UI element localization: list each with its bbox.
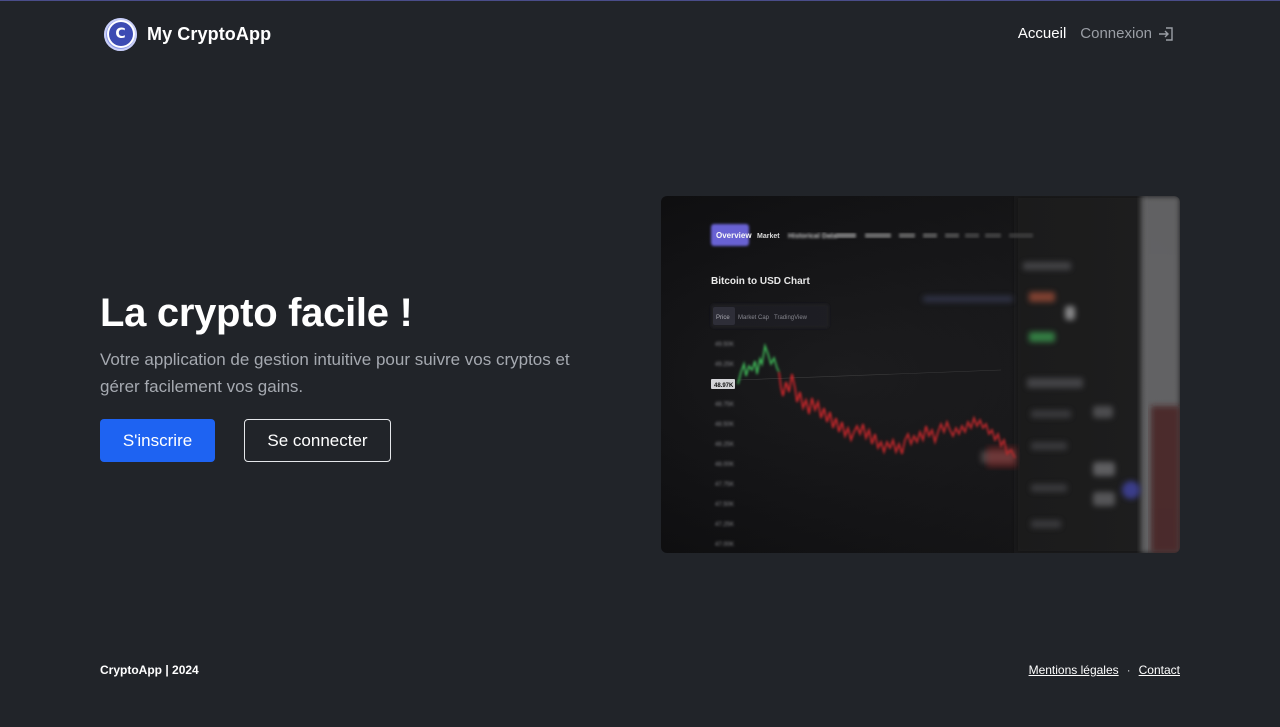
brand-name: My CryptoApp: [147, 23, 272, 44]
main-nav: Accueil Connexion: [1018, 25, 1174, 42]
signup-button[interactable]: S'inscrire: [100, 419, 215, 462]
footer-links: Mentions légales · Contact: [1029, 663, 1180, 677]
site-header: C My CryptoApp Accueil Connexion: [0, 1, 1280, 67]
brand-link[interactable]: C My CryptoApp: [104, 17, 271, 51]
login-icon: [1157, 26, 1174, 42]
hero-subtitle: Votre application de gestion intuitive p…: [100, 350, 570, 396]
footer-separator: ·: [1126, 663, 1131, 677]
login-button[interactable]: Se connecter: [244, 419, 391, 462]
hero-title: La crypto facile !: [100, 291, 413, 335]
footer-link-contact[interactable]: Contact: [1139, 663, 1180, 677]
footer-link-legal[interactable]: Mentions légales: [1029, 663, 1119, 677]
nav-login-label: Connexion: [1080, 25, 1152, 42]
footer-copyright: CryptoApp | 2024: [100, 663, 199, 677]
app-logo: C: [104, 17, 137, 51]
hero-image-crypto-chart: Overview Market Historical Data Bitcoin …: [661, 196, 1180, 553]
nav-link-login[interactable]: Connexion: [1080, 25, 1174, 42]
logo-letter: C: [115, 26, 126, 42]
nav-link-home[interactable]: Accueil: [1018, 25, 1066, 42]
